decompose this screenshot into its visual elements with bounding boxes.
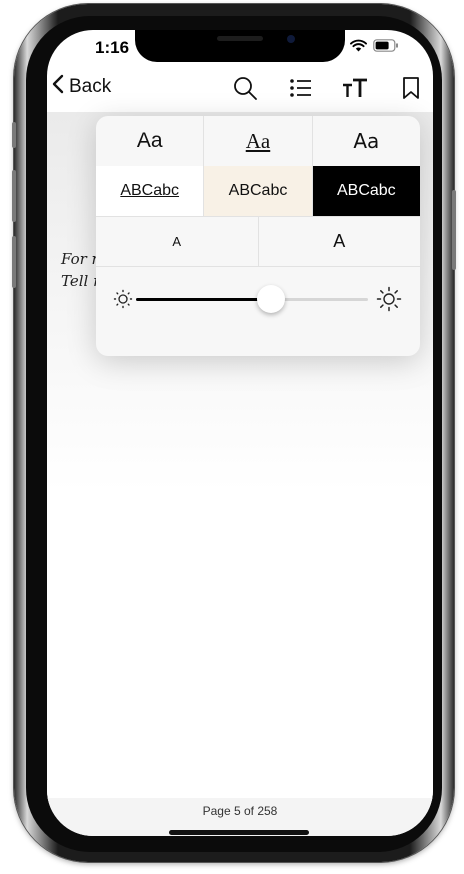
font-option-rounded[interactable]: Aa bbox=[313, 116, 420, 166]
speaker-grille bbox=[217, 36, 263, 41]
reader-toolbar: Back bbox=[47, 64, 433, 112]
status-icons bbox=[350, 39, 399, 57]
font-option-sans[interactable]: Aa bbox=[96, 116, 205, 166]
search-icon[interactable] bbox=[231, 74, 259, 102]
text-size-icon[interactable] bbox=[341, 74, 369, 102]
theme-label: ABCabc bbox=[228, 182, 288, 199]
increase-text-size-button[interactable]: A bbox=[259, 216, 421, 266]
reader-text-line: Tell r bbox=[61, 272, 101, 290]
power-button bbox=[452, 190, 456, 270]
notch bbox=[135, 30, 345, 62]
large-a-label: A bbox=[333, 230, 346, 251]
decrease-text-size-button[interactable]: A bbox=[96, 216, 259, 266]
bookmark-icon[interactable] bbox=[397, 74, 425, 102]
reader-text-line: For r bbox=[61, 250, 99, 268]
theme-option-white[interactable]: ABCabc bbox=[96, 166, 205, 216]
screen: For r Tell r 1:16 Back Aa Aa Aa ABCabc A… bbox=[47, 30, 433, 836]
brightness-slider[interactable] bbox=[136, 298, 368, 301]
page-indicator: Page 5 of 258 bbox=[202, 804, 278, 818]
font-sample: Aa bbox=[245, 128, 271, 153]
theme-label: ABCabc bbox=[336, 182, 396, 199]
wifi-icon bbox=[350, 39, 367, 57]
appearance-popover: Aa Aa Aa ABCabc ABCabc ABCabc A A bbox=[96, 116, 420, 356]
volume-up-button bbox=[12, 170, 16, 222]
small-a-label: A bbox=[172, 233, 182, 249]
theme-option-black[interactable]: ABCabc bbox=[312, 166, 420, 216]
chevron-left-icon bbox=[51, 74, 65, 100]
battery-icon bbox=[373, 39, 399, 57]
volume-down-button bbox=[12, 236, 16, 288]
font-sample: Aa bbox=[353, 129, 380, 153]
status-time: 1:16 bbox=[95, 38, 130, 57]
brightness-high-icon bbox=[376, 286, 402, 317]
font-options-row: Aa Aa Aa bbox=[96, 116, 420, 167]
font-sample: Aa bbox=[136, 129, 163, 152]
font-option-serif[interactable]: Aa bbox=[204, 116, 313, 166]
brightness-low-icon bbox=[112, 288, 134, 315]
front-camera bbox=[287, 35, 295, 43]
home-indicator[interactable] bbox=[169, 830, 309, 835]
text-size-row: A A bbox=[96, 216, 420, 267]
theme-options-row: ABCabc ABCabc ABCabc bbox=[96, 166, 420, 217]
brightness-slider-thumb[interactable] bbox=[256, 285, 285, 313]
theme-label: ABCabc bbox=[120, 182, 180, 199]
back-button[interactable]: Back bbox=[51, 74, 111, 100]
mute-switch bbox=[12, 122, 16, 148]
table-of-contents-icon[interactable] bbox=[287, 74, 315, 102]
theme-option-sepia[interactable]: ABCabc bbox=[204, 166, 313, 216]
brightness-slider-fill bbox=[136, 298, 271, 301]
back-label: Back bbox=[69, 76, 112, 97]
